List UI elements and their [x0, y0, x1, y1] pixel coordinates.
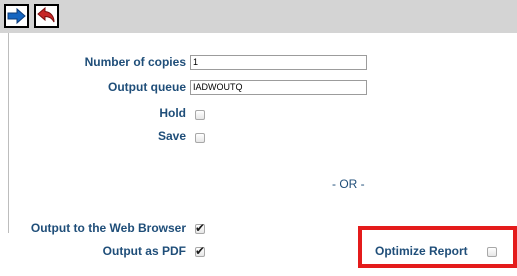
back-button[interactable] — [34, 4, 59, 28]
forward-button[interactable] — [4, 4, 29, 28]
hold-label: Hold — [159, 106, 186, 120]
web-browser-label: Output to the Web Browser — [30, 221, 186, 235]
copies-input[interactable] — [190, 55, 367, 70]
queue-input[interactable] — [190, 80, 367, 95]
optimize-label: Optimize Report — [375, 244, 468, 258]
pdf-label: Output as PDF — [102, 244, 186, 258]
queue-label: Output queue — [108, 80, 186, 94]
arrow-right-icon — [7, 7, 26, 25]
checkmark-icon: ✔ — [195, 221, 206, 235]
checkmark-icon: ✔ — [195, 244, 206, 258]
save-checkbox[interactable] — [195, 133, 205, 143]
copies-label: Number of copies — [84, 55, 186, 69]
pdf-checkbox[interactable]: ✔ — [195, 244, 206, 258]
optimize-checkbox[interactable] — [487, 247, 497, 257]
left-border-line — [8, 33, 9, 233]
save-label: Save — [157, 129, 186, 143]
toolbar — [0, 0, 517, 33]
web-browser-checkbox[interactable]: ✔ — [195, 221, 206, 235]
return-arrow-icon — [37, 6, 55, 23]
or-separator: - OR - — [332, 177, 365, 191]
hold-checkbox[interactable] — [195, 110, 205, 120]
